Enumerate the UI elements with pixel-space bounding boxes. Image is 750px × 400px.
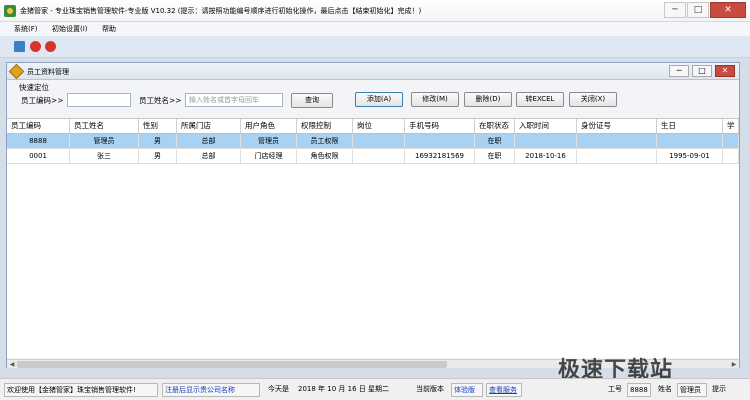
- col-birthday[interactable]: 生日: [657, 119, 723, 134]
- employee-code-input[interactable]: [67, 93, 131, 107]
- col-hire-date[interactable]: 入职时间: [515, 119, 577, 134]
- menu-help[interactable]: 帮助: [102, 24, 116, 34]
- cell-education: [723, 149, 739, 164]
- employee-table: 员工编码 员工姓名 性别 所属门店 用户角色 权限控制 岗位 手机号码 在职状态…: [7, 118, 739, 358]
- cell-permission: 员工权限: [297, 134, 353, 149]
- minimize-button[interactable]: ─: [664, 2, 686, 18]
- menu-system[interactable]: 系统(F): [14, 24, 38, 34]
- cell-status: 在职: [475, 134, 515, 149]
- cell-store: 总部: [177, 134, 241, 149]
- cell-id-number: [577, 149, 657, 164]
- cell-name: 管理员: [70, 134, 139, 149]
- diamond-icon: [8, 63, 25, 80]
- cell-permission: 角色权限: [297, 149, 353, 164]
- cell-education: [723, 134, 739, 149]
- menu-initial-settings[interactable]: 初始设置(I): [52, 24, 88, 34]
- exit-icon[interactable]: [45, 41, 56, 52]
- col-phone[interactable]: 手机号码: [405, 119, 475, 134]
- employee-management-window: 员工资料管理 ─ □ ✕ 快速定位 员工编码>> 员工姓名>> 输入姓名或首字母…: [6, 62, 740, 368]
- window-title: 金猪管家 - 专业珠宝销售管理软件-专业版 V10.32 (提示：请按照功能编号…: [20, 7, 422, 15]
- child-window-title: 员工资料管理: [27, 68, 69, 76]
- cell-store: 总部: [177, 149, 241, 164]
- col-education[interactable]: 学: [723, 119, 739, 134]
- cell-role: 管理员: [241, 134, 297, 149]
- col-status[interactable]: 在职状态: [475, 119, 515, 134]
- col-role[interactable]: 用户角色: [241, 119, 297, 134]
- cell-gender: 男: [139, 149, 177, 164]
- add-button[interactable]: 添加(A): [355, 92, 403, 107]
- export-excel-button[interactable]: 转EXCEL: [516, 92, 564, 107]
- col-employee-code[interactable]: 员工编码: [7, 119, 70, 134]
- quick-locate-label: 快速定位: [19, 83, 49, 92]
- cell-hire-date: [515, 134, 577, 149]
- status-version-value: 体验版: [451, 383, 483, 397]
- cell-name: 张三: [70, 149, 139, 164]
- query-button[interactable]: 查询: [291, 93, 333, 108]
- table-row[interactable]: 0001 张三 男 总部 门店经理 角色权限 16932181569 在职 20…: [7, 149, 739, 164]
- status-version-label: 当前版本: [416, 385, 444, 393]
- status-id-label: 工号: [608, 385, 622, 393]
- col-gender[interactable]: 性别: [139, 119, 177, 134]
- child-minimize-button[interactable]: ─: [669, 65, 689, 77]
- cell-code: 0001: [7, 149, 70, 164]
- delete-button[interactable]: 删除(D): [464, 92, 512, 107]
- title-bar: 金猪管家 - 专业珠宝销售管理软件-专业版 V10.32 (提示：请按照功能编号…: [0, 0, 750, 22]
- employee-name-input[interactable]: 输入姓名或首字母回车: [185, 93, 283, 107]
- col-store[interactable]: 所属门店: [177, 119, 241, 134]
- scroll-right-icon[interactable]: ▶: [729, 360, 739, 369]
- cell-birthday: 1995-09-01: [657, 149, 723, 164]
- scrollbar-thumb[interactable]: [17, 361, 447, 368]
- child-maximize-button[interactable]: □: [692, 65, 712, 77]
- close-button[interactable]: ✕: [710, 2, 746, 18]
- status-today-label: 今天是: [268, 385, 289, 393]
- table-header: 员工编码 员工姓名 性别 所属门店 用户角色 权限控制 岗位 手机号码 在职状态…: [7, 119, 739, 134]
- info-icon[interactable]: [30, 41, 41, 52]
- cell-code: 8888: [7, 134, 70, 149]
- status-extra: 提示: [712, 385, 726, 393]
- child-close-button[interactable]: ✕: [715, 65, 735, 77]
- menu-bar: 系统(F) 初始设置(I) 帮助: [0, 22, 750, 36]
- status-name-value: 管理员: [677, 383, 707, 397]
- scroll-left-icon[interactable]: ◀: [7, 360, 17, 369]
- edit-button[interactable]: 修改(M): [411, 92, 459, 107]
- col-position[interactable]: 岗位: [353, 119, 405, 134]
- employee-name-label: 员工姓名>>: [139, 96, 182, 105]
- cell-position: [353, 134, 405, 149]
- cell-hire-date: 2018-10-16: [515, 149, 577, 164]
- cell-phone: [405, 134, 475, 149]
- cell-position: [353, 149, 405, 164]
- status-welcome: 欢迎使用【金猪管家】珠宝销售管理软件!: [4, 383, 158, 397]
- app-logo-icon: [4, 5, 16, 17]
- status-bar: 欢迎使用【金猪管家】珠宝销售管理软件! 注册后显示贵公司名称 今天是 2018 …: [0, 378, 750, 400]
- close-window-button[interactable]: 关闭(X): [569, 92, 617, 107]
- cell-phone: 16932181569: [405, 149, 475, 164]
- maximize-button[interactable]: □: [687, 2, 709, 18]
- view-service-link[interactable]: 查看服务: [486, 383, 522, 397]
- col-id-number[interactable]: 身份证号: [577, 119, 657, 134]
- toolbar: [0, 36, 750, 58]
- status-date: 2018 年 10 月 16 日 星期二: [298, 385, 389, 393]
- home-icon[interactable]: [14, 41, 25, 52]
- cell-role: 门店经理: [241, 149, 297, 164]
- status-registration[interactable]: 注册后显示贵公司名称: [162, 383, 260, 397]
- child-title-bar: 员工资料管理 ─ □ ✕: [7, 63, 739, 80]
- cell-gender: 男: [139, 134, 177, 149]
- search-panel: 快速定位 员工编码>> 员工姓名>> 输入姓名或首字母回车 查询 添加(A) 修…: [7, 80, 739, 116]
- cell-id-number: [577, 134, 657, 149]
- cell-status: 在职: [475, 149, 515, 164]
- col-permission[interactable]: 权限控制: [297, 119, 353, 134]
- cell-birthday: [657, 134, 723, 149]
- col-employee-name[interactable]: 员工姓名: [70, 119, 139, 134]
- status-name-label: 姓名: [658, 385, 672, 393]
- table-row[interactable]: 8888 管理员 男 总部 管理员 员工权限 在职: [7, 134, 739, 149]
- status-id-value: 8888: [627, 383, 651, 397]
- employee-code-label: 员工编码>>: [21, 96, 64, 105]
